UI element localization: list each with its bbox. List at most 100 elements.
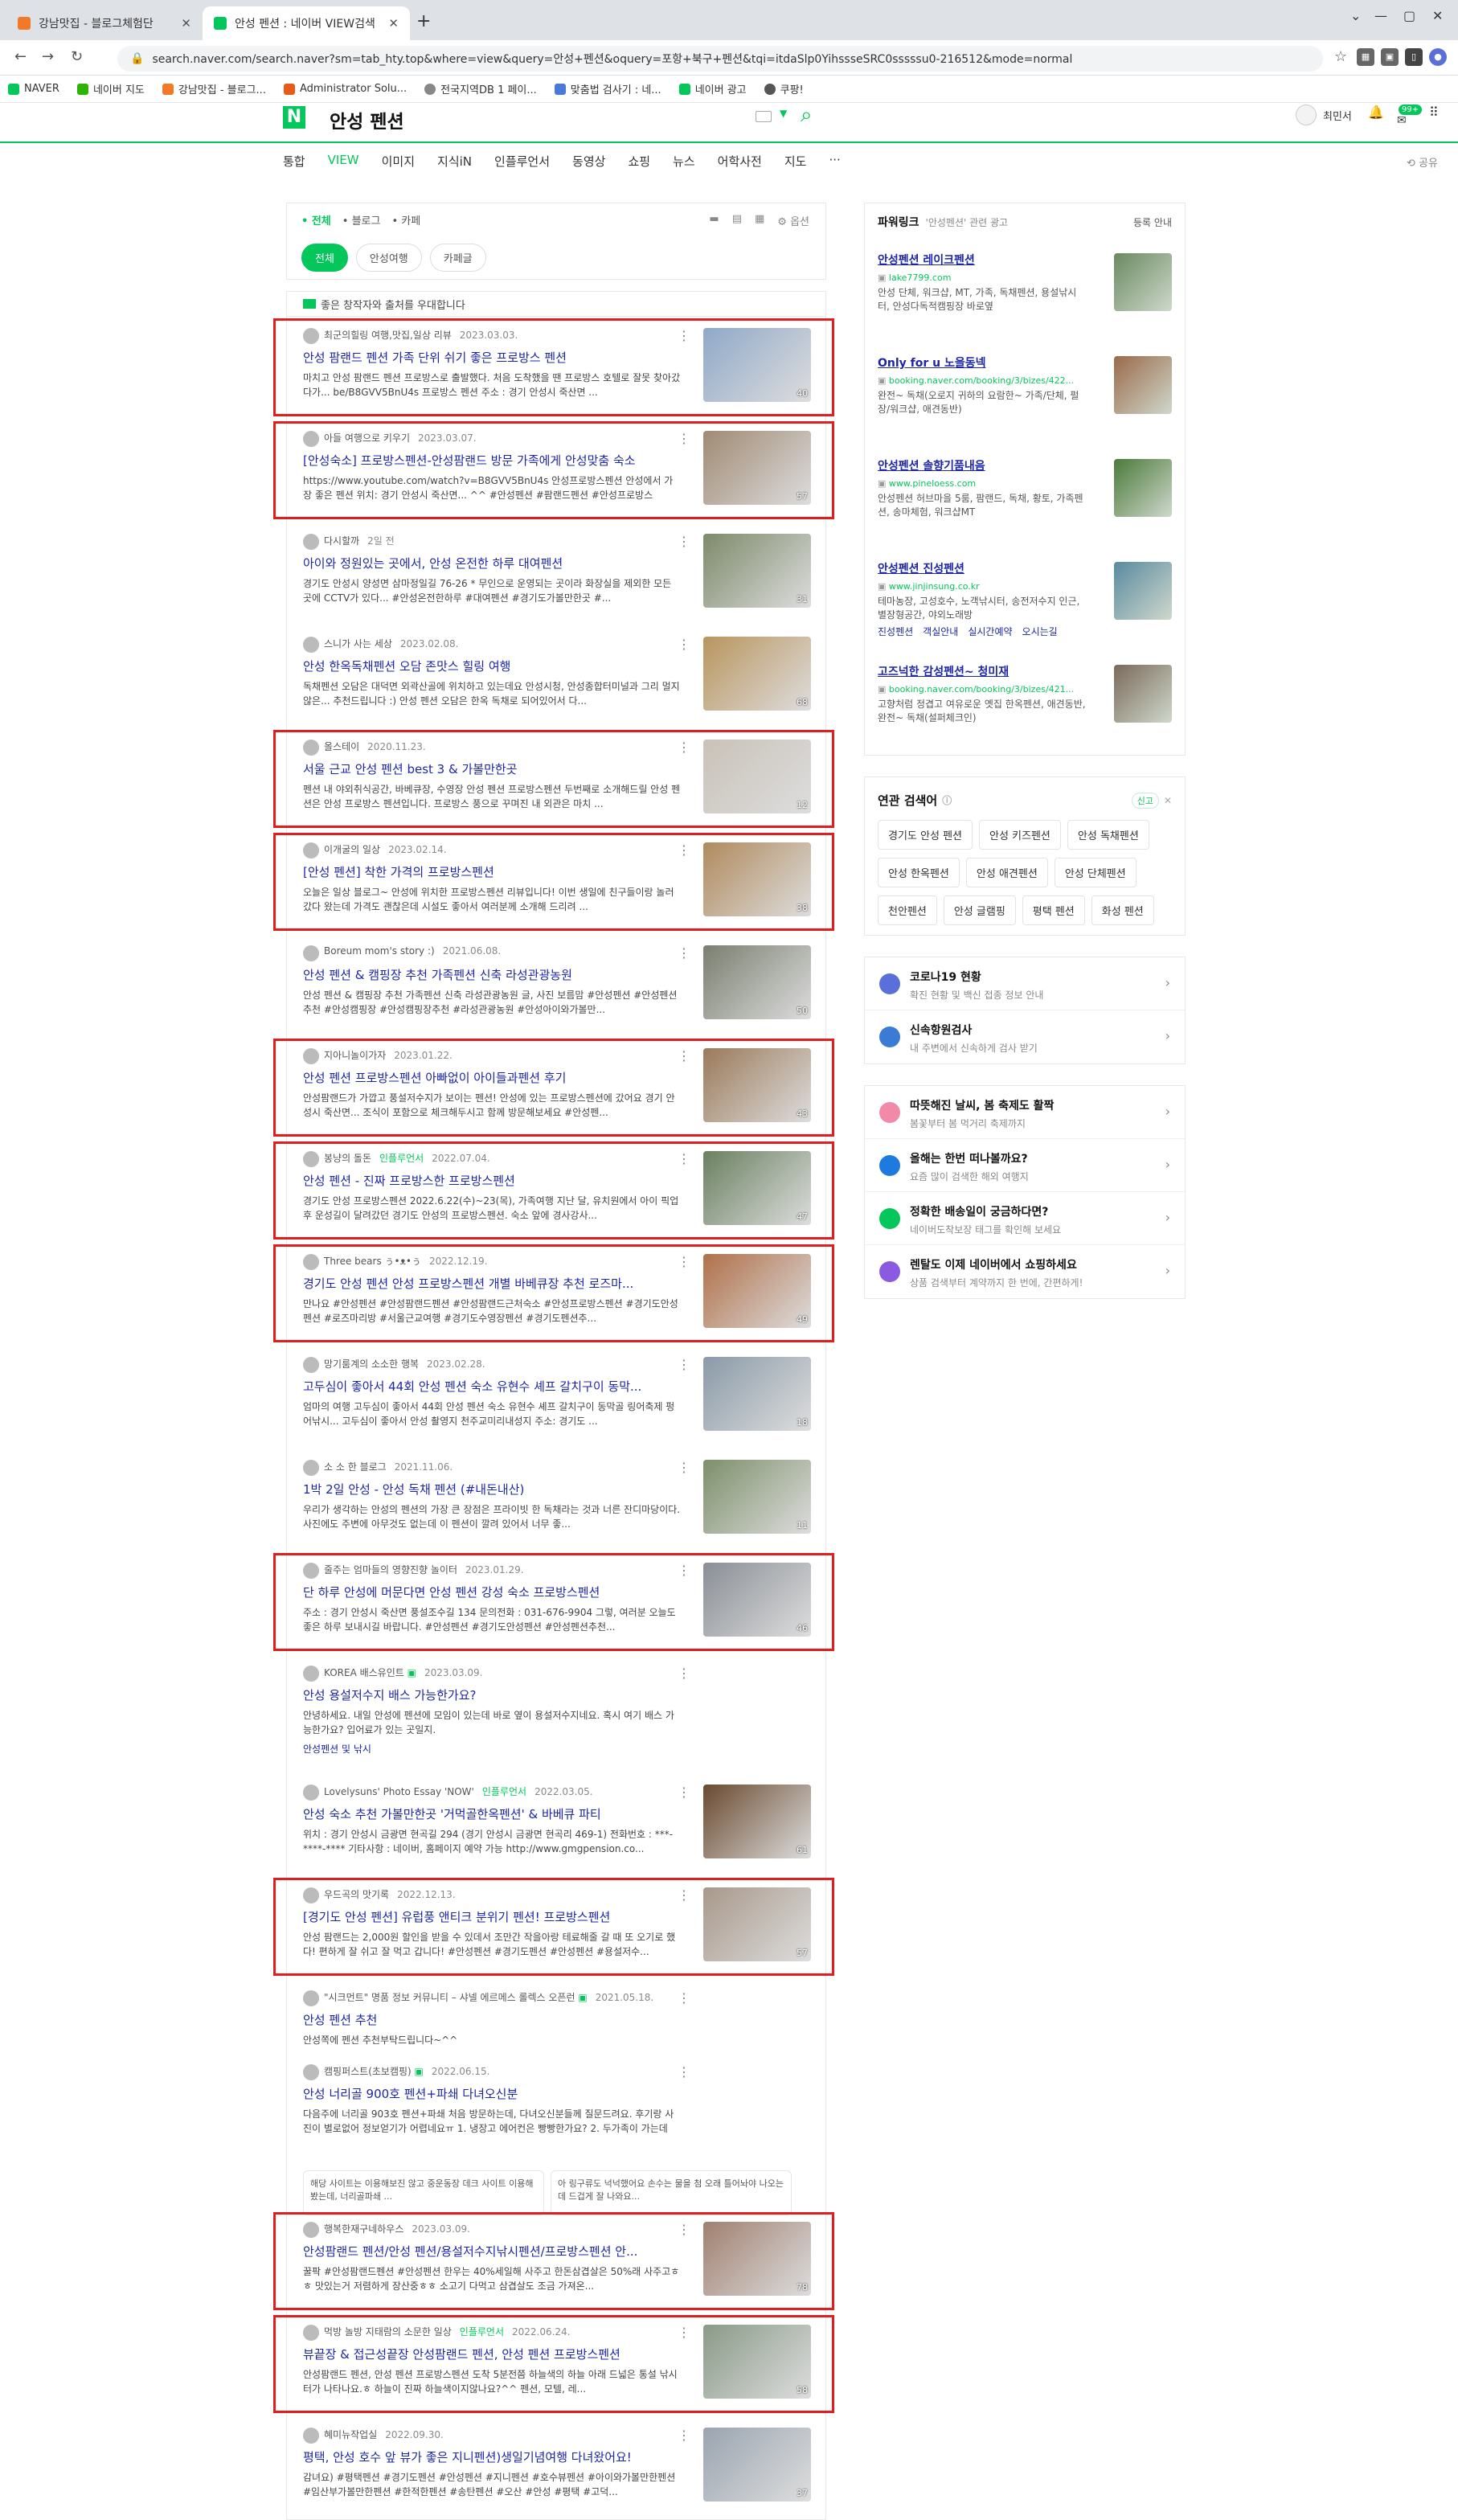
- minimize-icon[interactable]: —: [1374, 8, 1387, 23]
- author-name[interactable]: "시크먼트" 명품 정보 커뮤니티 – 샤넬 에르메스 롤렉스 오픈런: [324, 1992, 575, 2003]
- more-options-icon[interactable]: ⋮: [678, 2325, 690, 2340]
- ad-title-link[interactable]: 고즈넉한 감성펜션~ 청미재: [878, 663, 1088, 679]
- ad-url-text[interactable]: booking.naver.com/booking/3/bizes/421...: [889, 684, 1074, 695]
- result-item[interactable]: 혜미뉴작업실 2022.09.30. 평택, 안성 호수 앞 뷰가 좋은 지니펜션)…: [287, 2416, 825, 2519]
- related-search-chip[interactable]: 안성 글램핑: [943, 895, 1016, 925]
- result-thumbnail[interactable]: 43: [703, 1048, 811, 1122]
- result-title-link[interactable]: 안성 펜션 - 진짜 프로방스한 프로방스펜션: [303, 1172, 681, 1189]
- ad-sitelink[interactable]: 객실안내: [923, 626, 958, 637]
- card-view-icon[interactable]: ▤: [732, 213, 742, 228]
- related-search-chip[interactable]: 안성 키즈펜션: [979, 820, 1061, 850]
- pill-travel[interactable]: 안성여행: [355, 244, 422, 272]
- result-thumbnail[interactable]: 49: [703, 1254, 811, 1328]
- more-options-icon[interactable]: ⋮: [678, 2428, 690, 2443]
- more-options-icon[interactable]: ⋮: [678, 842, 690, 858]
- info-link[interactable]: 올해는 한번 떠나볼까요? 요즘 많이 검색한 해외 여행지 ›: [865, 1139, 1185, 1192]
- naver-logo[interactable]: N: [283, 106, 305, 129]
- ad-item[interactable]: 안성펜션 진성펜션 ▣ www.jinjinsung.co.kr 테마농장, 고성호…: [865, 549, 1185, 652]
- related-search-chip[interactable]: 안성 한옥펜션: [878, 858, 960, 887]
- related-search-chip[interactable]: 경기도 안성 펜션: [878, 820, 973, 850]
- result-item[interactable]: 망기룸계의 소소한 행복 2023.02.28. 고두심이 좋아서 44회 안성 펜…: [287, 1346, 825, 1448]
- result-title-link[interactable]: 안성 한옥독채펜션 오담 존맛스 힐링 여행: [303, 658, 681, 674]
- keyboard-icon[interactable]: [756, 111, 772, 122]
- author-avatar[interactable]: [303, 431, 319, 447]
- author-name[interactable]: 최군의힐링 여행,맛집,일상 리뷰: [324, 330, 452, 341]
- more-options-icon[interactable]: ⋮: [678, 2064, 690, 2080]
- ad-url[interactable]: ▣ www.jinjinsung.co.kr: [878, 581, 1088, 592]
- result-item[interactable]: 행복한재구네하우스 2023.03.09. 안성팜랜드 펜션/안성 펜션/용설저수지…: [287, 2211, 825, 2313]
- browser-tab[interactable]: 강남맛집 - 블로그체험단 ✕: [6, 6, 203, 40]
- ad-item[interactable]: Only for u 노을동넥 ▣ booking.naver.com/booki…: [865, 343, 1185, 446]
- more-options-icon[interactable]: ⋮: [678, 1887, 690, 1903]
- bookmark-item[interactable]: 강남맛집 - 블로그...: [162, 81, 266, 96]
- author-name[interactable]: Lovelysuns' Photo Essay 'NOW': [324, 1786, 474, 1797]
- ad-url-text[interactable]: www.jinjinsung.co.kr: [889, 581, 980, 592]
- result-thumbnail[interactable]: 61: [703, 1784, 811, 1858]
- author-avatar[interactable]: [303, 2064, 319, 2080]
- author-name[interactable]: 행복한재구네하우스: [324, 2223, 403, 2235]
- result-item[interactable]: 캠핑퍼스트(초보캠핑) ▣ 2022.06.15. 안성 너리골 900호 펜션+파…: [287, 2053, 825, 2215]
- author-name[interactable]: 다시할까: [324, 535, 359, 547]
- new-tab-icon[interactable]: +: [416, 11, 431, 31]
- bookmark-star-icon[interactable]: ☆: [1334, 48, 1347, 65]
- result-title-link[interactable]: 안성 용설저수지 배스 가능한가요?: [303, 1686, 681, 1703]
- result-thumbnail[interactable]: 58: [703, 2325, 811, 2399]
- author-avatar[interactable]: [303, 1666, 319, 1682]
- author-name[interactable]: 지아니놀이가자: [324, 1050, 386, 1061]
- author-name[interactable]: 캠핑퍼스트(초보캠핑): [324, 2066, 412, 2077]
- close-tab-icon[interactable]: ✕: [181, 16, 191, 31]
- extension-icon[interactable]: ▦: [1357, 48, 1374, 66]
- result-item[interactable]: 우드곡의 맛기록 2022.12.13. [경기도 안성 펜션] 유럽풍 앤티크 분…: [287, 1876, 825, 1979]
- share-button[interactable]: ⟲ 공유: [1407, 154, 1438, 170]
- ad-url-text[interactable]: lake7799.com: [889, 272, 952, 283]
- result-title-link[interactable]: [안성 펜션] 착한 가격의 프로방스펜션: [303, 863, 681, 880]
- tab-images[interactable]: 이미지: [382, 153, 415, 170]
- author-name[interactable]: KOREA 배스유인트: [324, 1667, 404, 1678]
- result-thumbnail[interactable]: 31: [703, 534, 811, 608]
- result-thumbnail[interactable]: 38: [703, 842, 811, 916]
- result-thumbnail[interactable]: 57: [703, 1887, 811, 1961]
- related-search-chip[interactable]: 천안펜션: [878, 895, 937, 925]
- options-button[interactable]: ⚙ 옵션: [777, 213, 809, 228]
- result-title-link[interactable]: [안성숙소] 프로방스펜션-안성팜랜드 방문 가족에게 안성맞춤 숙소: [303, 452, 681, 469]
- more-options-icon[interactable]: ⋮: [678, 1254, 690, 1269]
- author-avatar[interactable]: [303, 1887, 319, 1903]
- result-item[interactable]: 올스테이 2020.11.23. 서울 근교 안성 펜션 best 3 & 가볼만한…: [287, 728, 825, 831]
- pill-cafe[interactable]: 카페글: [429, 244, 486, 272]
- more-options-icon[interactable]: ⋮: [678, 328, 690, 343]
- result-title-link[interactable]: 안성 펜션 & 캠핑장 추천 가족펜션 신축 라성관광농원: [303, 966, 681, 983]
- result-title-link[interactable]: [경기도 안성 펜션] 유럽풍 앤티크 분위기 펜션! 프로방스펜션: [303, 1908, 681, 1925]
- result-title-link[interactable]: 경기도 안성 펜션 안성 프로방스펜션 개별 바베큐장 추천 로즈마...: [303, 1275, 681, 1292]
- result-title-link[interactable]: 평택, 안성 호수 앞 뷰가 좋은 지니펜션)생일기념여행 다녀왔어요!: [303, 2448, 681, 2465]
- bookmark-item[interactable]: 맞춤법 검사기 : 네...: [554, 81, 661, 96]
- profile-icon[interactable]: ●: [1429, 48, 1447, 66]
- extension-icon[interactable]: ▣: [1381, 48, 1399, 66]
- username[interactable]: 최민서: [1323, 108, 1352, 123]
- ad-url-text[interactable]: booking.naver.com/booking/3/bizes/422...: [889, 375, 1074, 386]
- result-title-link[interactable]: 1박 2일 안성 - 안성 독채 펜션 (#내돈내산): [303, 1481, 681, 1498]
- result-item[interactable]: 먹방 놀방 지태람의 소문한 일상 인플루언서 2022.06.24. 뷰끝장 & 접…: [287, 2313, 825, 2416]
- scope-all[interactable]: • 전체: [301, 212, 331, 227]
- bell-icon[interactable]: 🔔: [1368, 104, 1384, 120]
- author-name[interactable]: 봉냥의 돌돈: [324, 1153, 371, 1164]
- result-thumbnail[interactable]: 68: [703, 637, 811, 711]
- author-avatar[interactable]: [303, 534, 319, 550]
- author-avatar[interactable]: [303, 1460, 319, 1476]
- bookmark-item[interactable]: 쿠팡!: [764, 81, 804, 96]
- author-avatar[interactable]: [303, 1784, 319, 1801]
- result-title-link[interactable]: 뷰끝장 & 접근성끝장 안성팜랜드 펜션, 안성 펜션 프로방스펜션: [303, 2346, 681, 2362]
- creator-notice[interactable]: 좋은 창작자와 출처를 우대합니다: [286, 291, 826, 317]
- author-avatar[interactable]: [303, 2428, 319, 2444]
- more-options-icon[interactable]: ⋮: [678, 1357, 690, 1372]
- url-bar[interactable]: 🔒 search.naver.com/search.naver?sm=tab_h…: [117, 46, 1323, 72]
- bookmark-item[interactable]: 네이버 광고: [678, 81, 747, 96]
- author-avatar[interactable]: [303, 637, 319, 653]
- ad-sitelink[interactable]: 실시간예약: [968, 626, 1012, 637]
- result-item[interactable]: KOREA 배스유인트 ▣ 2023.03.09. 안성 용설저수지 배스 가능한가…: [287, 1654, 825, 1773]
- result-item[interactable]: 봉냥의 돌돈 인플루언서 2022.07.04. 안성 펜션 - 진짜 프로방스한 프…: [287, 1140, 825, 1243]
- result-title-link[interactable]: 안성팜랜드 펜션/안성 펜션/용설저수지낚시펜션/프로방스펜션 안...: [303, 2243, 681, 2260]
- ad-url[interactable]: ▣ lake7799.com: [878, 272, 1088, 283]
- result-thumbnail[interactable]: 18: [703, 1357, 811, 1431]
- more-options-icon[interactable]: ⋮: [678, 1666, 690, 1681]
- related-search-chip[interactable]: 안성 단체펜션: [1054, 858, 1137, 887]
